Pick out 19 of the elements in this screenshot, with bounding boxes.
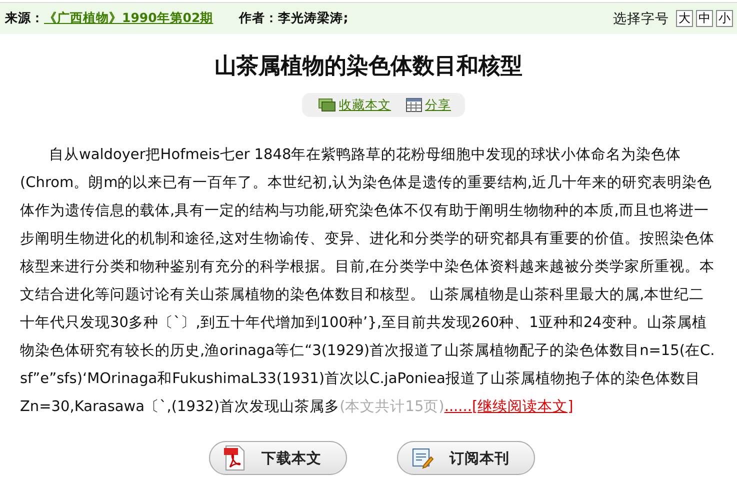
read-more-link[interactable]: ......[继续阅读本文] xyxy=(444,399,574,415)
action-button[interactable]: 订阅本刊 xyxy=(396,441,534,475)
font-size-button[interactable]: 中 xyxy=(696,10,713,27)
font-size-button[interactable]: 大 xyxy=(676,10,693,27)
pdf-icon xyxy=(224,445,246,471)
journal-link[interactable]: 《广西植物》1990年第02期 xyxy=(44,10,214,27)
folders-icon xyxy=(318,98,336,112)
author-names: 李光涛梁涛; xyxy=(278,10,348,27)
action-link[interactable]: 收藏本文 xyxy=(339,96,391,114)
article-text: 自从waldoyer把Hofmeis七er 1848年在紫鸭路草的花粉母细胞中发现的球状小体命名为染色体(Chrom。朗m的以来已有一百年了。本世纪初,认为染色体是遗传的重要结构,近几十年来的研究表明染色体作为遗传信息的载体,具有一定的结构与功能,研究染色体不仅有助于阐明生物物种的本质,而且也将进一步阐明生物进化的机制和途径,这对生物谕传、变异、进化和分类学的研究都具有重要的价值。按照染色体核型来进行分类和物种鉴别有充分的科学根据。目前,在分类学中染色体资料越来越被分类学家所重视。本文结合进化等问题讨论有关山茶属植物的染色体数目和核型。 山茶属植物是山茶科里最大的属,本世纪二十年代只发现30多种〔`〕,到五十年代增加到100种’},至目前共发现260种、1亚种和24变种。山茶属植物染色体研究有较长的历史,渔orinaga等仁“3(1929)首次报道了山茶属植物配子的染色体数目n=15(在C. sf”e”sfs)‘MOrinaga和FukushimaL33(1931)首次以C.jaPoniea报道了山茶属植物抱子体的染色体数目Zn=30,Karasawa〔`,(1932)首次发现山茶属多(本文共计15页)......[继续阅读本文] xyxy=(19,146,716,417)
table-icon xyxy=(406,98,422,112)
font-size-button[interactable]: 小 xyxy=(716,10,733,27)
article-title: 山茶属植物的染色体数目和核型 xyxy=(214,53,524,81)
font-size-label: 选择字号 xyxy=(613,10,669,28)
action-link[interactable]: 分享 xyxy=(425,96,451,114)
source-label: 来源： xyxy=(5,10,44,27)
edit-form-icon xyxy=(412,447,434,469)
author-label: 作者： xyxy=(239,10,278,27)
action-button[interactable]: 下载本文 xyxy=(208,441,346,475)
